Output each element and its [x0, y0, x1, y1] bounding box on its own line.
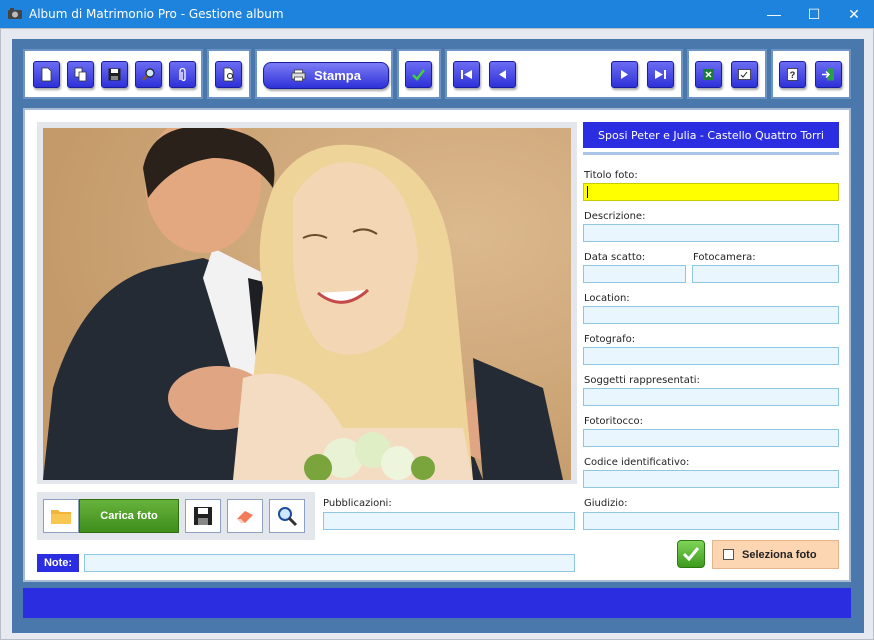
save-icon: [108, 68, 121, 81]
photo-frame: [37, 122, 577, 484]
pubblicazioni-label: Pubblicazioni:: [323, 498, 392, 509]
giudizio-label: Giudizio:: [584, 498, 628, 509]
note-label: Note:: [37, 554, 79, 572]
toolbar-group-navigation: [445, 49, 683, 99]
fotoritocco-field[interactable]: [583, 429, 839, 447]
zoom-photo-button[interactable]: [269, 499, 305, 533]
svg-text:?: ?: [790, 70, 796, 80]
wedding-photo: [43, 128, 571, 480]
window-body: Stampa ? Carica foto Pubblicazioni: Note…: [0, 28, 874, 640]
open-folder-button[interactable]: [43, 499, 79, 533]
export-icon: [738, 69, 751, 80]
search-button[interactable]: [135, 61, 162, 88]
next-icon: [621, 70, 628, 79]
toolbar-group-preview: [207, 49, 251, 99]
location-label: Location:: [584, 293, 630, 304]
save-photo-button[interactable]: [185, 499, 221, 533]
titolo-label: Titolo foto:: [584, 170, 638, 181]
close-button[interactable]: ✕: [834, 0, 874, 28]
confirm-photo-button[interactable]: [677, 540, 705, 568]
photo-image: [43, 128, 571, 480]
text-cursor: [587, 186, 588, 198]
excel-icon: [703, 69, 714, 80]
descrizione-label: Descrizione:: [584, 211, 646, 222]
duplicate-button[interactable]: [67, 61, 94, 88]
note-field[interactable]: [84, 554, 575, 572]
app-icon: [8, 8, 22, 19]
floppy-icon: [194, 507, 212, 525]
select-photo-label: Seleziona foto: [742, 548, 817, 561]
fotocamera-label: Fotocamera:: [693, 252, 756, 263]
app-frame: Stampa ? Carica foto Pubblicazioni: Note…: [12, 39, 864, 633]
giudizio-field[interactable]: [583, 512, 839, 530]
exit-icon: [822, 68, 834, 81]
new-icon: [41, 67, 52, 82]
save-button[interactable]: [101, 61, 128, 88]
toolbar-group-print: Stampa: [255, 49, 393, 99]
couple-banner: Sposi Peter e Julia - Castello Quattro T…: [583, 122, 839, 148]
data-scatto-field[interactable]: [583, 265, 686, 283]
toolbar: Stampa ?: [23, 47, 851, 101]
next-record-button[interactable]: [611, 61, 638, 88]
new-record-button[interactable]: [33, 61, 60, 88]
last-icon: [655, 70, 666, 79]
fotografo-label: Fotografo:: [584, 334, 636, 345]
print-button[interactable]: Stampa: [263, 62, 389, 89]
last-record-button[interactable]: [647, 61, 674, 88]
fotoritocco-label: Fotoritocco:: [584, 416, 643, 427]
title-bar: Album di Matrimonio Pro - Gestione album…: [0, 0, 874, 28]
magnifier-icon: [278, 507, 298, 527]
attach-icon: [179, 67, 186, 82]
codice-label: Codice identificativo:: [584, 457, 690, 468]
toolbar-group-file: [23, 49, 203, 99]
titolo-field[interactable]: [583, 183, 839, 201]
maximize-button[interactable]: ☐: [794, 0, 834, 28]
banner-divider: [583, 152, 839, 155]
preview-icon: [223, 67, 234, 82]
codice-field[interactable]: [583, 470, 839, 488]
print-icon: [291, 69, 306, 82]
select-photo-checkbox[interactable]: [723, 549, 734, 560]
confirm-button[interactable]: [405, 61, 432, 88]
soggetti-label: Soggetti rappresentati:: [584, 375, 700, 386]
erase-photo-button[interactable]: [227, 499, 263, 533]
fotografo-field[interactable]: [583, 347, 839, 365]
descrizione-field[interactable]: [583, 224, 839, 242]
checkmark-icon: [412, 69, 425, 81]
print-label: Stampa: [314, 68, 361, 83]
eraser-icon: [237, 511, 253, 523]
toolbar-group-export: [687, 49, 767, 99]
pubblicazioni-field[interactable]: [323, 512, 575, 530]
load-photo-button[interactable]: Carica foto: [79, 499, 179, 533]
soggetti-field[interactable]: [583, 388, 839, 406]
minimize-button[interactable]: —: [754, 0, 794, 28]
location-field[interactable]: [583, 306, 839, 324]
folder-icon: [51, 510, 71, 524]
window-title: Album di Matrimonio Pro - Gestione album: [29, 7, 284, 21]
preview-button[interactable]: [215, 61, 242, 88]
toolbar-group-confirm: [397, 49, 441, 99]
help-button[interactable]: ?: [779, 61, 806, 88]
export-button[interactable]: [731, 61, 758, 88]
excel-export-button[interactable]: [695, 61, 722, 88]
previous-record-button[interactable]: [489, 61, 516, 88]
toolbar-group-help: ?: [771, 49, 851, 99]
help-icon: ?: [787, 68, 798, 81]
prev-icon: [499, 70, 506, 79]
select-photo-toggle[interactable]: Seleziona foto: [712, 540, 839, 569]
exit-button[interactable]: [815, 61, 842, 88]
copy-icon: [74, 67, 87, 82]
fotocamera-field[interactable]: [692, 265, 839, 283]
first-record-button[interactable]: [453, 61, 480, 88]
first-icon: [461, 70, 472, 79]
search-icon: [142, 68, 155, 81]
checkmark-icon: [682, 547, 700, 562]
data-scatto-label: Data scatto:: [584, 252, 646, 263]
attach-button[interactable]: [169, 61, 196, 88]
album-record-panel: Carica foto Pubblicazioni: Note: Sposi P…: [23, 108, 851, 582]
photo-tools-bar: Carica foto: [37, 492, 315, 540]
status-bar: [23, 588, 851, 618]
